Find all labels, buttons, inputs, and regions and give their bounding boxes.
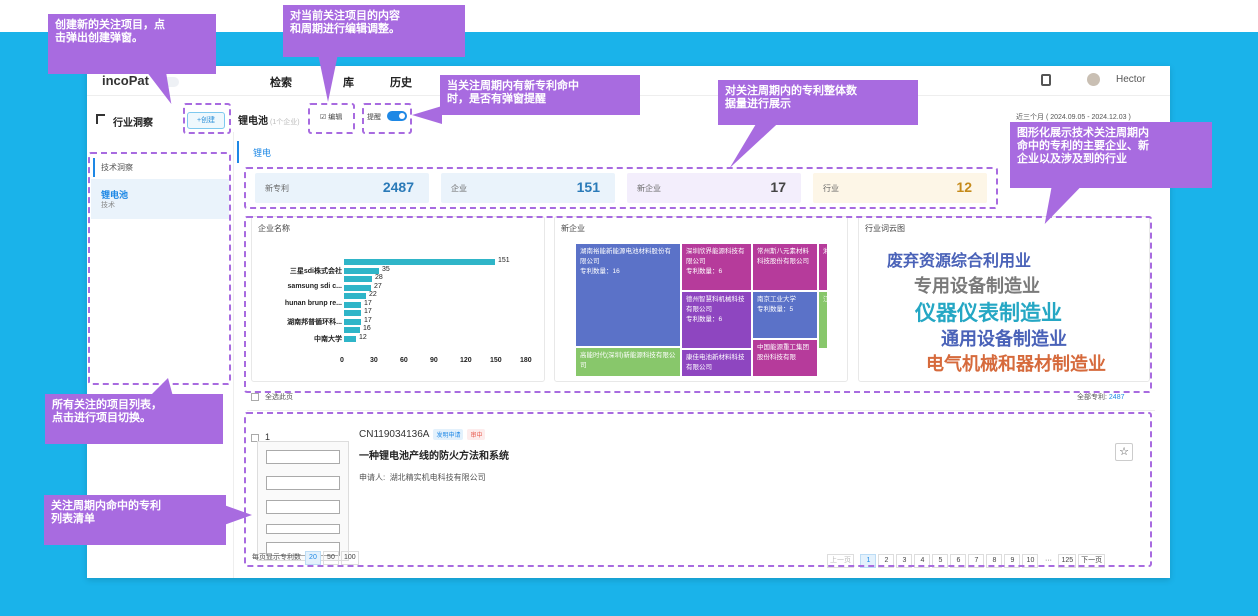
highlight-edit (308, 103, 355, 134)
user-name[interactable]: Hector (1116, 74, 1145, 85)
date-range[interactable]: 近三个月 ( 2024.09.05 - 2024.12.03 ) (1016, 112, 1131, 122)
highlight-stats (244, 167, 998, 209)
annotation-patent-list: 关注周期内命中的专利 列表清单 (44, 495, 226, 545)
annotation-sidebar: 所有关注的项目列表， 点击进行项目切换。 (45, 394, 223, 444)
tab-lithium[interactable]: 锂电 (237, 141, 299, 163)
insight-icon (96, 114, 105, 124)
highlight-patent-list (244, 412, 1152, 567)
highlight-create (183, 103, 231, 134)
avatar[interactable] (1087, 73, 1100, 86)
annotation-charts: 图形化展示技术关注周期内 命中的专利的主要企业、新 企业以及涉及到的行业 (1010, 122, 1212, 188)
highlight-remind (362, 103, 412, 134)
nav-history[interactable]: 历史 (390, 74, 412, 90)
select-all[interactable]: 全选此页 (251, 392, 293, 402)
nav-library[interactable]: 库 (343, 74, 354, 90)
total-count: 全部专利: 2487 (1077, 394, 1125, 401)
annotation-create: 创建新的关注项目，点 击弹出创建弹窗。 (48, 14, 216, 74)
highlight-charts (244, 216, 1152, 393)
project-title: 锂电池 (1个企业) (238, 116, 300, 127)
bookmark-icon[interactable] (1041, 74, 1051, 86)
annotation-edit: 对当前关注项目的内容 和周期进行编辑调整。 (283, 5, 465, 57)
annotation-stats: 对关注周期内的专利整体数 据量进行展示 (718, 80, 918, 125)
section-title: 行业洞察 (113, 118, 153, 129)
nav-search[interactable]: 检索 (270, 74, 292, 90)
highlight-sidebar (88, 152, 231, 385)
annotation-remind: 当关注周期内有新专利命中 时，是否有弹窗提醒 (440, 75, 640, 115)
checkbox[interactable] (251, 393, 259, 402)
